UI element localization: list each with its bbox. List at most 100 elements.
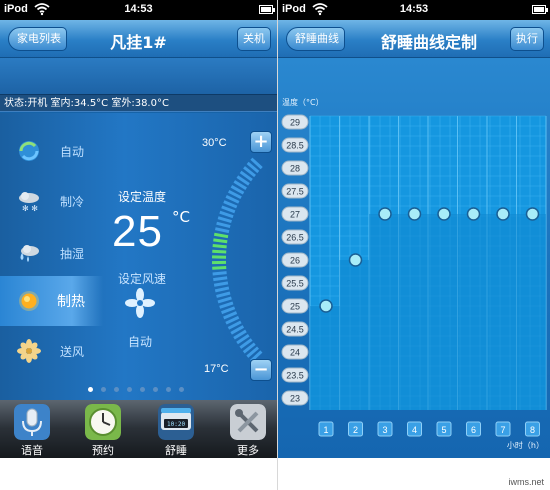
gauge-tick: [212, 244, 227, 249]
gauge-tick: [225, 195, 240, 204]
tab-bar: 语音 预约 10:20 舒睡 更多: [0, 400, 277, 458]
page-dot: [88, 387, 93, 392]
gauge-tick: [216, 221, 231, 229]
temp-decrease-button[interactable]: −: [250, 359, 272, 381]
gauge-tick: [212, 266, 227, 270]
temp-increase-button[interactable]: +: [250, 131, 272, 153]
fan-speed-value: 自动: [128, 335, 153, 349]
temperature-value: 25: [112, 207, 163, 256]
temperature-gauge[interactable]: [192, 140, 272, 380]
auto-mode-icon: [19, 141, 39, 161]
data-point: [496, 207, 510, 221]
y-tick-label: 24.5: [286, 325, 304, 335]
mode-label: 自动: [60, 145, 85, 159]
y-axis-label: 温度（°C）: [282, 97, 324, 107]
nav-shadow: [0, 58, 277, 94]
x-tick-label: 3: [382, 425, 387, 435]
gauge-tick: [221, 306, 236, 315]
mode-label: 送风: [60, 345, 85, 359]
gauge-tick: [217, 216, 232, 224]
temperature-unit: °C: [172, 208, 190, 226]
y-tick-label: 28: [290, 164, 300, 174]
page-indicator[interactable]: [88, 377, 192, 392]
x-tick-label: 6: [471, 425, 476, 435]
mode-fan[interactable]: 送风: [0, 326, 103, 376]
gauge-tick: [225, 315, 240, 325]
bottom-margin: [0, 458, 277, 490]
tab-voice[interactable]: 语音: [1, 400, 63, 458]
gauge-tick: [214, 227, 230, 234]
x-tick-label: 1: [323, 425, 328, 435]
gauge-tick: [223, 311, 238, 320]
mode-label: 制热: [57, 294, 85, 310]
svg-text:10:20: 10:20: [167, 421, 185, 428]
gauge-tick: [216, 291, 231, 298]
y-tick-label: 25.5: [286, 279, 304, 289]
y-tick-label: 27.5: [286, 187, 304, 197]
max-temp-label: 30°C: [202, 137, 227, 149]
gauge-tick: [219, 301, 234, 309]
data-point: [378, 207, 392, 221]
x-tick-label: 2: [353, 425, 358, 435]
tab-label: 语音: [21, 444, 43, 457]
data-point: [407, 207, 422, 221]
ac-control-screen: iPod 14:53 家电列表 凡挂1# 关机 状态:开机 室内:34.5°C …: [0, 0, 277, 490]
gauge-tick: [223, 200, 238, 209]
page-dot: [114, 387, 119, 392]
fan-speed-label: 设定风速: [118, 272, 167, 286]
tab-label: 更多: [237, 444, 259, 457]
page-dot: [153, 387, 158, 392]
gauge-tick: [212, 249, 227, 254]
page-dot: [179, 387, 184, 392]
tab-more[interactable]: 更多: [217, 400, 277, 458]
gauge-tick: [213, 232, 229, 239]
sleep-curve-back-button[interactable]: 舒睡曲线: [286, 27, 345, 51]
clock-icon: [85, 404, 121, 440]
y-tick-label: 25: [290, 302, 300, 312]
appliance-list-button[interactable]: 家电列表: [8, 27, 67, 51]
nav-bar: 舒睡曲线 舒睡曲线定制 执行: [278, 20, 550, 58]
tab-label: 舒睡: [165, 444, 187, 457]
gauge-tick: [213, 238, 228, 244]
fan-speed-icon[interactable]: [124, 287, 156, 319]
data-point: [525, 207, 540, 221]
gauge-tick: [212, 271, 227, 276]
power-off-button[interactable]: 关机: [237, 27, 271, 51]
page-dot: [140, 387, 145, 392]
mode-dehumidify[interactable]: 抽湿: [0, 228, 103, 278]
y-tick-label: 29: [290, 118, 300, 128]
set-temperature-label: 设定温度: [118, 190, 167, 204]
execute-button[interactable]: 执行: [510, 27, 544, 51]
mode-auto[interactable]: 自动: [0, 126, 103, 176]
data-point: [437, 207, 451, 221]
page-dot: [166, 387, 171, 392]
y-tick-label: 24: [290, 348, 300, 358]
fan-flower-icon: [17, 339, 41, 363]
page-dot: [101, 387, 106, 392]
sun-icon: [19, 291, 39, 311]
gauge-tick: [214, 286, 230, 293]
y-tick-label: 27: [290, 210, 300, 220]
gauge-tick: [213, 276, 228, 282]
sleep-icon: 10:20: [158, 404, 194, 440]
sleep-curve-chart[interactable]: 温度（°C）2928.52827.52726.52625.52524.52423…: [278, 58, 550, 458]
mode-cool[interactable]: ✻ ✻ 制冷: [0, 176, 103, 226]
tab-label: 预约: [92, 444, 114, 457]
page-dot: [127, 387, 132, 392]
x-tick-label: 5: [441, 425, 446, 435]
tab-sleep[interactable]: 10:20 舒睡: [145, 400, 207, 458]
clock: 14:53: [399, 3, 429, 15]
mode-heat[interactable]: 制热: [0, 276, 103, 326]
x-tick-label: 4: [412, 425, 417, 435]
data-point: [319, 299, 333, 313]
x-tick-label: 7: [500, 425, 505, 435]
mode-label: 抽湿: [60, 247, 85, 261]
y-tick-label: 26.5: [286, 233, 304, 243]
gauge-tick: [217, 296, 232, 304]
status-bar: iPod 14:53: [0, 0, 277, 20]
gauge-tick: [213, 281, 229, 287]
status-info-bar: 状态:开机 室内:34.5°C 室外:38.0°C: [0, 94, 277, 112]
mode-label: 制冷: [60, 195, 85, 209]
snowflake-cloud-icon: ✻ ✻: [19, 192, 39, 213]
tab-schedule[interactable]: 预约: [72, 400, 134, 458]
